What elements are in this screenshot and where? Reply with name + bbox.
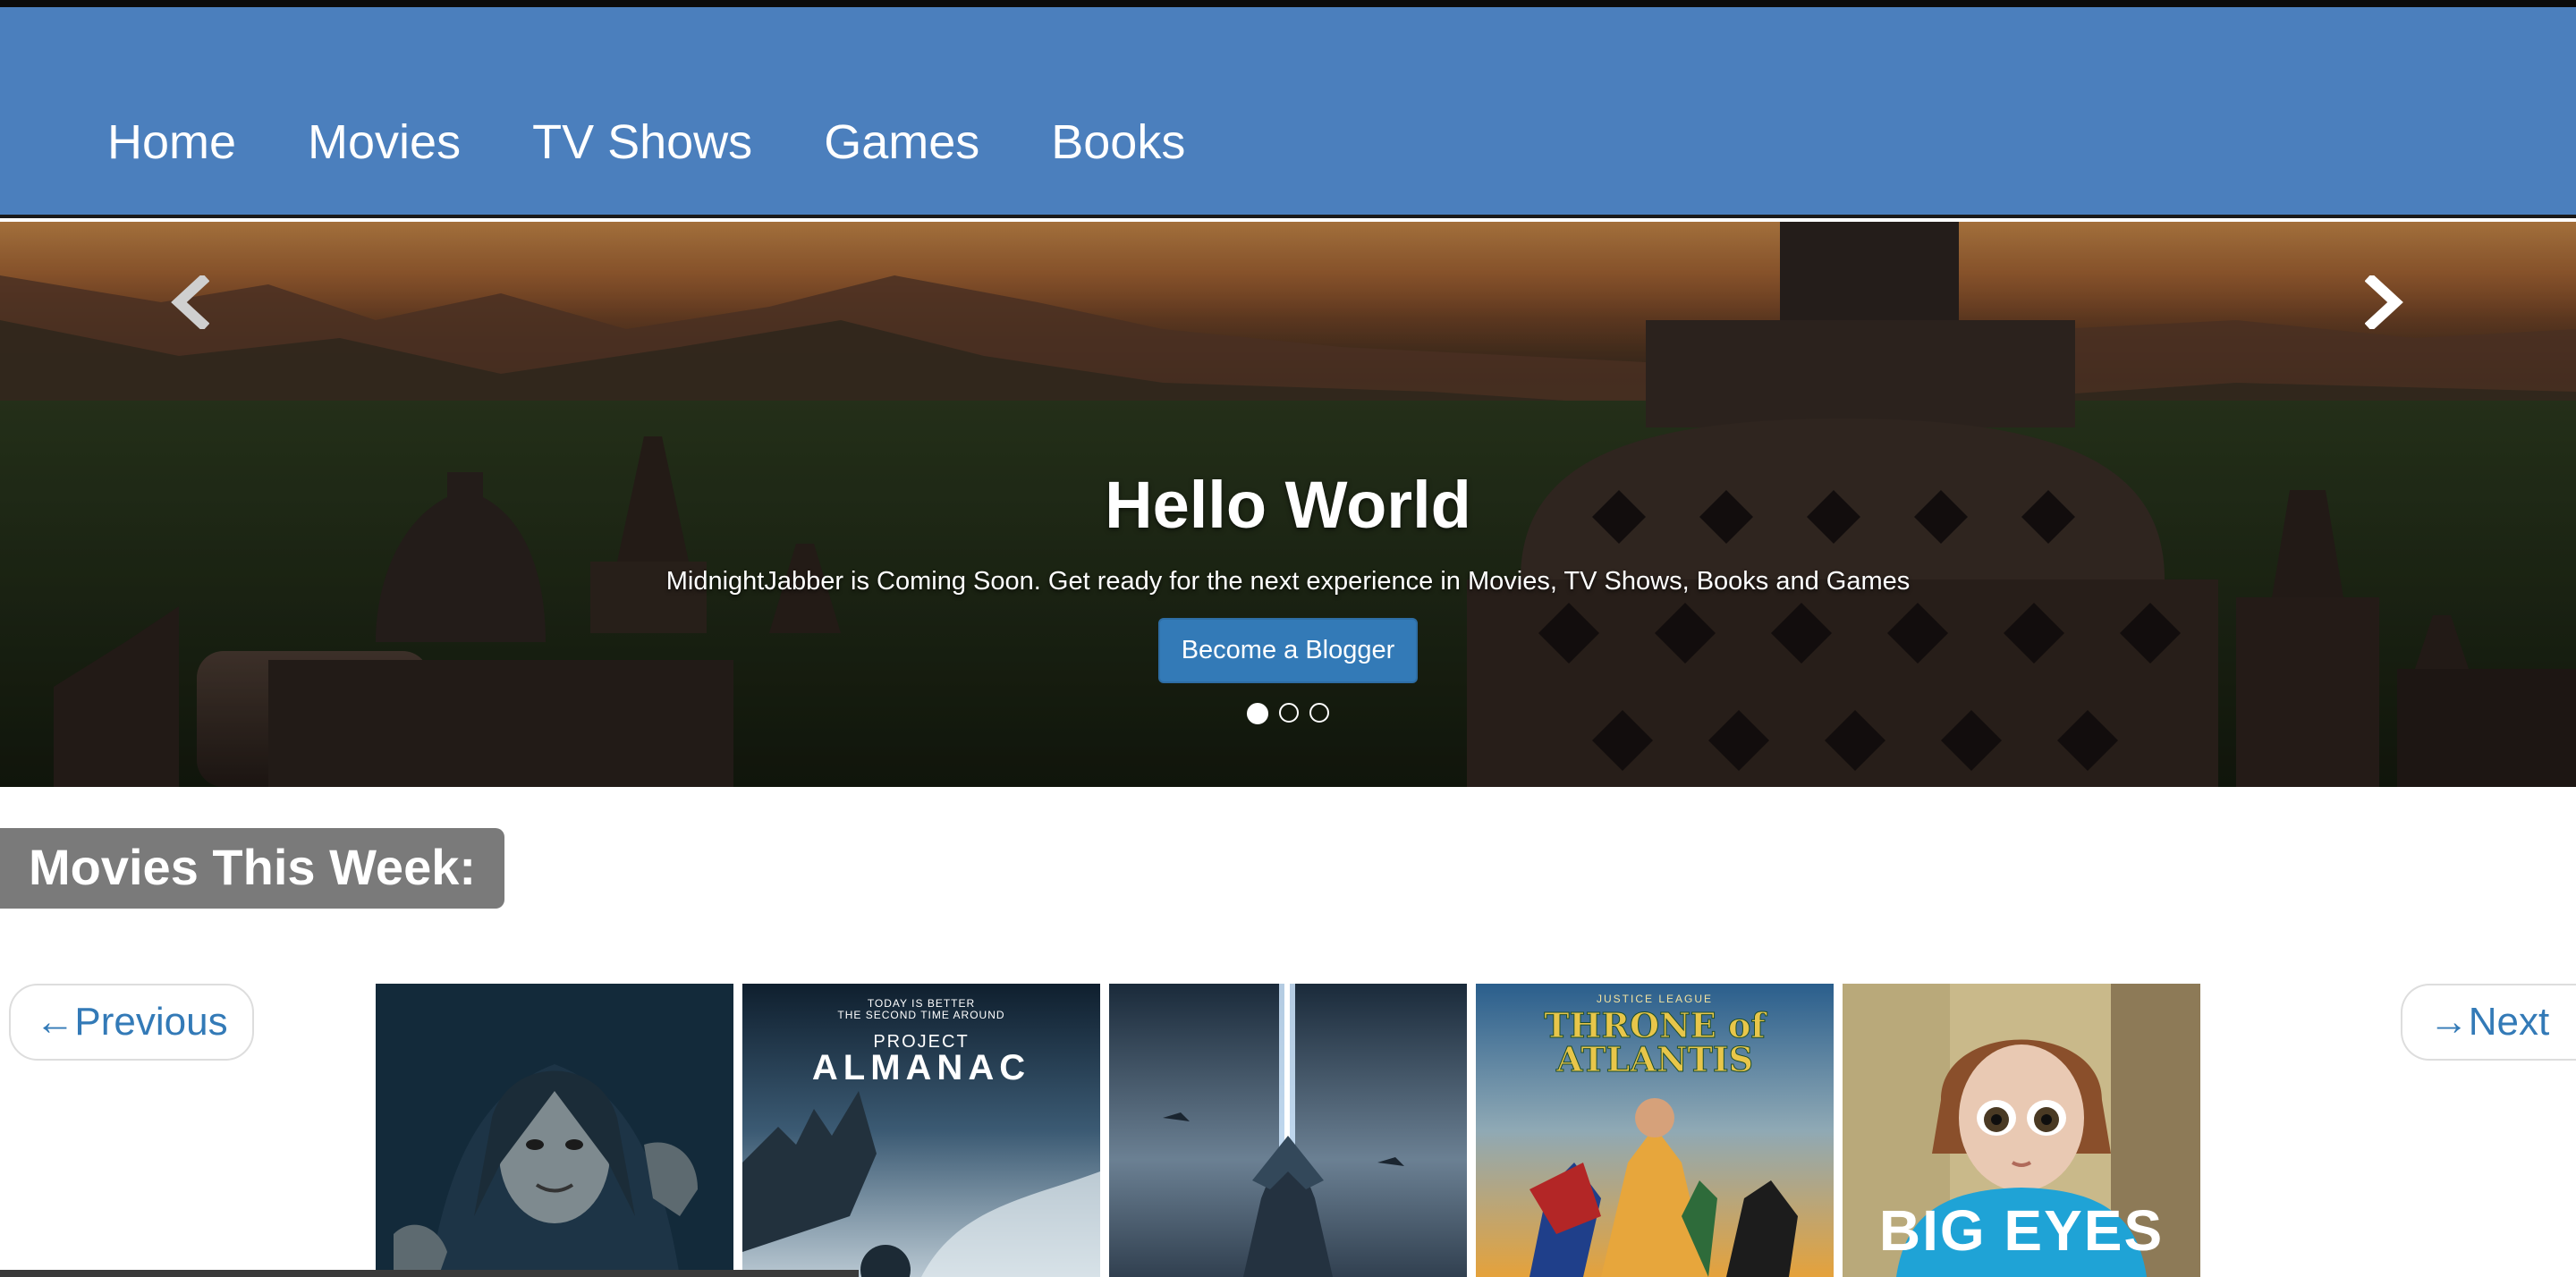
scroll-edge [0, 1270, 859, 1277]
nav-item-books[interactable]: Books [1051, 118, 1185, 166]
hero-carousel: Hello World MidnightJabber is Coming Soo… [0, 222, 2576, 787]
movie-posters: TODAY IS BETTER THE SECOND TIME AROUND P… [376, 984, 2200, 1277]
nav-item-tv-shows[interactable]: TV Shows [532, 118, 752, 166]
nav-item-home[interactable]: Home [107, 118, 236, 166]
nav-item-games[interactable]: Games [824, 118, 979, 166]
chevron-right-icon [2365, 275, 2403, 329]
section-title: Movies This Week: [0, 828, 505, 909]
movie-poster-1[interactable] [376, 984, 733, 1277]
carousel-prev-arrow[interactable] [145, 258, 234, 347]
poster-image-scifi [1109, 984, 1467, 1277]
poster-title: THRONE of ATLANTIS [1544, 1005, 1766, 1079]
carousel-indicator-1[interactable] [1247, 703, 1268, 724]
become-blogger-button[interactable]: Become a Blogger [1157, 618, 1419, 683]
hero-title: Hello World [1105, 468, 1471, 542]
main-navbar: Home Movies TV Shows Games Books [0, 7, 2576, 218]
carousel-indicators [1247, 703, 1329, 724]
poster-tagline: TODAY IS BETTER THE SECOND TIME AROUND [837, 997, 1005, 1022]
poster-image-almanac [742, 984, 1100, 1277]
poster-title: ALMANAC [811, 1048, 1031, 1087]
next-button[interactable]: →Next [2401, 984, 2576, 1061]
previous-button[interactable]: ←Previous [9, 984, 254, 1061]
movie-poster-5[interactable]: BIG EYES [1843, 984, 2200, 1277]
top-edge [0, 0, 2576, 7]
movie-poster-2[interactable]: TODAY IS BETTER THE SECOND TIME AROUND P… [742, 984, 1100, 1277]
carousel-indicator-2[interactable] [1279, 703, 1299, 723]
poster-title: BIG EYES [1878, 1198, 2165, 1263]
movie-poster-3[interactable] [1109, 984, 1467, 1277]
nav-menu: Home Movies TV Shows Games Books [107, 118, 1185, 166]
carousel-caption: Hello World MidnightJabber is Coming Soo… [0, 472, 2576, 683]
poster-image-witch [376, 984, 733, 1277]
nav-item-movies[interactable]: Movies [308, 118, 461, 166]
movie-poster-4[interactable]: JUSTICE LEAGUE THRONE of ATLANTIS [1476, 984, 1834, 1277]
poster-series: JUSTICE LEAGUE [1596, 993, 1714, 1005]
chevron-left-icon [171, 275, 209, 329]
hero-subtitle: MidnightJabber is Coming Soon. Get ready… [665, 567, 1911, 596]
carousel-indicator-3[interactable] [1309, 703, 1329, 723]
carousel-next-arrow[interactable] [2340, 258, 2429, 347]
